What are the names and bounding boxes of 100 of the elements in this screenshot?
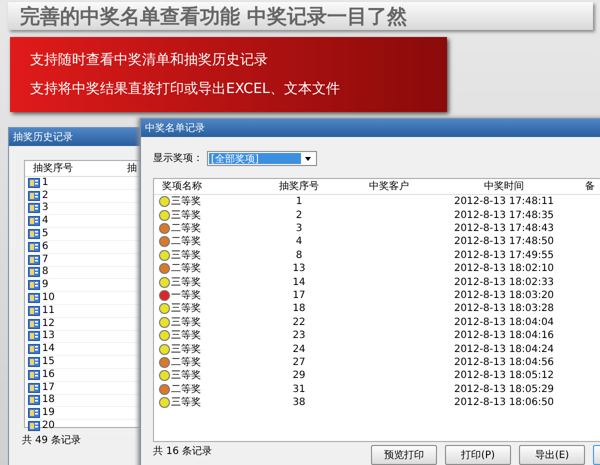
record-icon xyxy=(28,178,40,188)
table-cell-text: 三等奖 xyxy=(171,248,201,263)
column-header: 抽 xyxy=(126,162,137,176)
table-cell: 15 xyxy=(42,357,55,368)
record-icon xyxy=(28,318,40,329)
record-icon xyxy=(28,408,40,418)
table-cell-text: 14 xyxy=(292,276,306,290)
table-cell-text: 2012-8-13 18:03:20 xyxy=(454,288,554,303)
table-cell: 14 xyxy=(42,344,55,354)
table-cell: 7 xyxy=(42,254,48,265)
record-count: 共 16 条记录 xyxy=(153,444,212,459)
column-header: 中奖客户 xyxy=(368,180,410,194)
table-cell-text: 三等奖 xyxy=(171,208,201,223)
record-icon xyxy=(28,216,40,226)
table-cell-text: 三等奖 xyxy=(171,316,201,330)
window-title: 中奖名单记录 xyxy=(145,122,205,136)
action-button[interactable]: 预览打印 xyxy=(371,445,437,465)
table-cell-text: 2012-8-13 17:48:43 xyxy=(454,222,554,236)
table-cell-text: 三等奖 xyxy=(171,195,201,210)
column-header: 抽奖序号 xyxy=(278,180,320,194)
action-button[interactable]: 导出(E) xyxy=(519,445,585,465)
record-icon xyxy=(28,293,40,304)
table-cell-text: 27 xyxy=(292,356,306,370)
table-cell: 8 xyxy=(42,267,48,278)
feature-text: 支持随时查看中奖清单和抽奖历史记录 xyxy=(30,50,269,70)
table-cell-text: 18 xyxy=(292,302,306,316)
table-cell-text: 2012-8-13 18:04:24 xyxy=(454,342,554,356)
record-icon xyxy=(28,254,40,265)
table-cell-text: 二等奖 xyxy=(171,235,201,250)
table-cell: 3 xyxy=(42,203,48,214)
table-cell-text: 2012-8-13 18:04:04 xyxy=(454,316,554,330)
record-icon xyxy=(28,242,40,252)
table-cell: 12 xyxy=(42,318,55,329)
table-cell-text: 2012-8-13 17:49:55 xyxy=(454,248,554,263)
table-cell-text: 二等奖 xyxy=(171,222,201,236)
record-icon xyxy=(28,382,40,393)
record-icon xyxy=(28,267,40,278)
record-icon xyxy=(28,344,40,354)
table-cell-text: 29 xyxy=(292,369,306,384)
filter-label: 显示奖项： xyxy=(153,152,203,166)
table-cell: 20 xyxy=(42,421,55,432)
record-icon xyxy=(28,331,40,342)
record-icon xyxy=(28,395,40,406)
table-cell: 9 xyxy=(42,280,48,290)
table-cell-text: 三等奖 xyxy=(171,329,201,344)
table-cell-text: 2012-8-13 18:05:12 xyxy=(454,369,554,384)
table-cell-text: 22 xyxy=(292,316,306,330)
table-cell-text: 三等奖 xyxy=(171,369,201,384)
record-icon xyxy=(28,306,40,316)
table-cell-text: 17 xyxy=(292,288,306,303)
table-cell: 2 xyxy=(42,190,48,201)
feature-text: 支持将中奖结果直接打印或导出EXCEL、文本文件 xyxy=(30,80,341,98)
table-cell-text: 三等奖 xyxy=(171,302,201,316)
table-cell-text: 2012-8-13 18:04:56 xyxy=(454,356,554,370)
table-cell-text: 2 xyxy=(296,208,302,223)
table-cell: 19 xyxy=(42,408,55,418)
record-icon xyxy=(28,357,40,368)
table-cell-text: 3 xyxy=(296,222,302,236)
table-cell-text: 1 xyxy=(296,195,302,210)
column-header: 备 xyxy=(584,180,595,194)
table-cell-text: 2012-8-13 18:02:10 xyxy=(454,262,554,276)
table-cell: 5 xyxy=(42,229,48,240)
table-cell-text: 31 xyxy=(292,382,306,397)
table-cell: 10 xyxy=(42,293,55,304)
table-cell-text: 二等奖 xyxy=(171,262,201,276)
table-cell-text: 2012-8-13 18:05:29 xyxy=(454,382,554,397)
table-cell: 4 xyxy=(42,216,48,226)
table-cell-text: 二等奖 xyxy=(171,382,201,397)
column-header: 抽奖序号 xyxy=(32,162,74,176)
record-icon xyxy=(28,203,40,214)
table-cell-text: 二等奖 xyxy=(171,356,201,370)
action-button[interactable]: 打印(P) xyxy=(445,445,511,465)
record-icon xyxy=(28,280,40,290)
table-cell: 16 xyxy=(42,370,55,380)
table-cell: 11 xyxy=(42,306,55,316)
table-cell-text: 2012-8-13 18:06:50 xyxy=(454,396,554,410)
table-cell-text: 4 xyxy=(296,235,302,250)
table-cell: 18 xyxy=(42,395,55,406)
banner-title: 完善的中奖名单查看功能 中奖记录一目了然 xyxy=(20,3,407,30)
record-icon xyxy=(28,190,40,201)
record-icon xyxy=(28,229,40,240)
table-cell-text: 2012-8-13 18:02:33 xyxy=(454,276,554,290)
table-cell-text: 13 xyxy=(292,262,306,276)
record-icon xyxy=(28,370,40,380)
table-cell-text: 2012-8-13 17:48:50 xyxy=(454,235,554,250)
window-title: 抽奖历史记录 xyxy=(13,130,73,144)
table-cell-text: 38 xyxy=(292,396,306,410)
table-cell-text: 2012-8-13 18:04:16 xyxy=(454,329,554,344)
table-cell-text: 23 xyxy=(292,329,306,344)
table-cell: 1 xyxy=(42,178,48,188)
table-cell-text: 三等奖 xyxy=(171,276,201,290)
column-header: 奖项名称 xyxy=(161,180,203,194)
table-cell-text: 2012-8-13 17:48:35 xyxy=(454,208,554,223)
table-cell: 13 xyxy=(42,331,55,342)
table-cell-text: 三等奖 xyxy=(171,396,201,410)
column-header: 中奖时间 xyxy=(483,180,525,194)
table-cell-text: 24 xyxy=(292,342,306,356)
table-cell: 17 xyxy=(42,382,55,393)
record-count: 共 49 条记录 xyxy=(22,434,82,448)
table-cell-text: 2012-8-13 18:03:28 xyxy=(454,302,554,316)
